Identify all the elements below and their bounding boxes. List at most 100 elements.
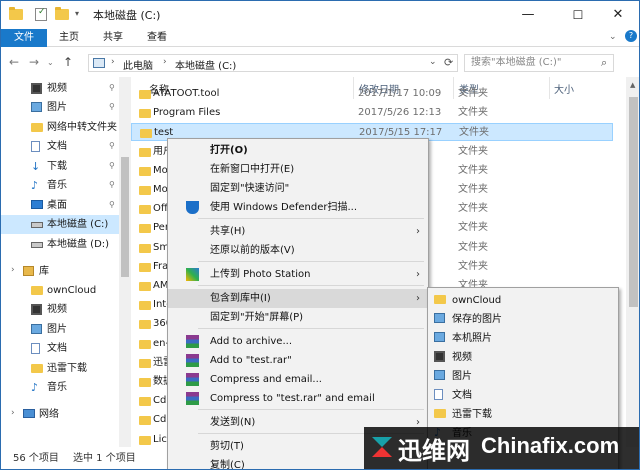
sidebar-item[interactable]: 网络中转文件夹	[1, 118, 119, 137]
forward-button[interactable]: →	[29, 55, 39, 69]
download-icon: ↓	[31, 160, 41, 173]
context-menu-label: 剪切(T)	[210, 441, 244, 452]
file-row[interactable]: ATATOOT.tool 2017/1/17 10:09 文件夹	[131, 85, 639, 103]
library-submenu-item[interactable]: 视频	[428, 348, 618, 367]
photostation-icon	[186, 268, 199, 281]
refresh-icon[interactable]: ⟳	[444, 56, 453, 69]
file-type: 文件夹	[458, 222, 488, 234]
context-menu-item[interactable]: 在新窗口中打开(E)	[168, 160, 428, 179]
sidebar-item[interactable]: 迅雷下载	[1, 359, 119, 378]
tab-view[interactable]: 查看	[139, 29, 175, 47]
folder-icon	[139, 108, 151, 119]
context-menu-item[interactable]: 固定到"开始"屏幕(P)	[168, 308, 428, 327]
address-bar[interactable]: › 此电脑 › 本地磁盘 (C:) ⌄ ⟳	[88, 54, 458, 72]
sidebar-item-label: 图片	[47, 324, 67, 335]
context-menu-label: 还原以前的版本(V)	[210, 245, 295, 256]
tab-file[interactable]: 文件	[1, 29, 47, 47]
context-menu-item[interactable]: Compress to "test.rar" and email	[168, 389, 428, 408]
sidebar-item[interactable]: 视频	[1, 79, 119, 98]
pin-icon: ⚲	[109, 83, 115, 92]
picture-icon	[434, 332, 447, 345]
tab-share[interactable]: 共享	[95, 29, 131, 47]
minimize-button[interactable]: —	[505, 1, 551, 29]
close-button[interactable]: ✕	[595, 1, 639, 29]
folder-icon	[140, 128, 152, 139]
file-list-scrollbar[interactable]: ▲	[626, 77, 639, 447]
recent-locations-chevron-icon[interactable]: ⌄	[47, 58, 54, 67]
submenu-arrow-icon: ›	[416, 226, 420, 237]
sidebar-item[interactable]: 文档	[1, 339, 119, 358]
library-submenu-item[interactable]: 图片	[428, 367, 618, 386]
library-submenu-item[interactable]: 迅雷下载	[428, 405, 618, 424]
address-dropdown-icon[interactable]: ⌄	[429, 57, 437, 67]
help-icon[interactable]: ?	[625, 30, 637, 42]
navigation-pane-scrollbar[interactable]	[119, 77, 131, 447]
context-menu-item[interactable]: 使用 Windows Defender扫描...	[168, 198, 428, 217]
context-menu-item[interactable]: 打开(O)	[168, 141, 428, 160]
document-icon	[31, 343, 42, 354]
library-submenu-item[interactable]: 文档	[428, 386, 618, 405]
properties-icon[interactable]: ✓	[35, 7, 47, 21]
tab-home[interactable]: 主页	[51, 29, 87, 47]
breadcrumb-this-pc[interactable]: 此电脑	[123, 57, 153, 72]
folder-icon	[9, 7, 23, 21]
sidebar-item[interactable]: ↓ 下载	[1, 157, 119, 176]
context-menu-item[interactable]: 还原以前的版本(V)	[168, 241, 428, 260]
video-icon	[31, 304, 42, 315]
pin-icon: ⚲	[109, 161, 115, 170]
new-folder-icon[interactable]	[55, 7, 69, 21]
expand-chevron-icon[interactable]: ›	[11, 265, 15, 275]
winrar-icon	[186, 354, 199, 367]
library-submenu-item[interactable]: 保存的图片	[428, 310, 618, 329]
sidebar-item[interactable]: 图片	[1, 320, 119, 339]
library-submenu-label: ownCloud	[452, 295, 502, 306]
video-icon	[434, 351, 447, 364]
sidebar-item[interactable]: 网络	[1, 405, 119, 424]
library-submenu-item[interactable]: 本机照片	[428, 329, 618, 348]
selected-count: 选中 1 个项目	[73, 453, 136, 464]
sidebar-item-label: ownCloud	[47, 285, 97, 296]
search-input[interactable]: 搜索"本地磁盘 (C:)"	[464, 54, 614, 72]
context-menu-label: 上传到 Photo Station	[210, 269, 311, 280]
file-name: Mo	[153, 184, 168, 195]
scroll-thumb[interactable]	[629, 97, 638, 307]
sidebar-item[interactable]: 桌面	[1, 196, 119, 215]
up-button[interactable]: ↑	[63, 55, 73, 69]
document-icon	[434, 389, 447, 402]
scroll-up-icon[interactable]: ▲	[630, 81, 635, 89]
breadcrumb-drive-c[interactable]: 本地磁盘 (C:)	[175, 57, 236, 72]
sidebar-item[interactable]: ownCloud	[1, 281, 119, 300]
folder-icon	[139, 223, 151, 234]
context-menu-item[interactable]: 共享(H) ›	[168, 222, 428, 241]
file-type: 文件夹	[458, 145, 488, 157]
sidebar-item[interactable]: ♪ 音乐	[1, 378, 119, 397]
sidebar-item[interactable]: ♪ 音乐	[1, 176, 119, 195]
context-menu-item[interactable]: Compress and email...	[168, 370, 428, 389]
folder-icon	[139, 166, 151, 176]
sidebar-item-label: 文档	[47, 141, 67, 152]
file-type: 文件夹	[459, 127, 489, 139]
library-submenu-item[interactable]: ownCloud	[428, 291, 618, 310]
back-button[interactable]: ←	[9, 55, 19, 69]
context-menu-item[interactable]: Add to "test.rar"	[168, 351, 428, 370]
sidebar-item[interactable]: 文档	[1, 137, 119, 156]
context-menu-item[interactable]: 上传到 Photo Station ›	[168, 265, 428, 284]
music-icon: ♪	[31, 381, 39, 394]
sidebar-item[interactable]: 本地磁盘 (D:)	[1, 235, 119, 254]
folder-icon	[139, 185, 151, 195]
sidebar-item[interactable]: 本地磁盘 (C:)	[1, 215, 119, 234]
quick-access-toolbar-dropdown[interactable]: ▾	[75, 9, 89, 23]
expand-chevron-icon[interactable]: ›	[11, 408, 15, 418]
file-row[interactable]: Program Files 2017/5/26 12:13 文件夹	[131, 104, 639, 122]
folder-icon	[434, 294, 447, 307]
sidebar-item[interactable]: 视频	[1, 300, 119, 319]
sidebar-item-label: 迅雷下载	[47, 363, 87, 374]
context-menu-item[interactable]: Add to archive...	[168, 332, 428, 351]
sidebar-item[interactable]: 库	[1, 262, 119, 281]
context-menu-item[interactable]: 包含到库中(I) ›	[168, 289, 428, 308]
context-menu-item[interactable]: 固定到"快速访问"	[168, 179, 428, 198]
file-date: 2017/1/17 10:09	[358, 88, 442, 99]
network-icon	[23, 409, 35, 420]
sidebar-item[interactable]: 图片	[1, 98, 119, 117]
expand-ribbon-icon[interactable]: ⌄	[609, 32, 617, 42]
